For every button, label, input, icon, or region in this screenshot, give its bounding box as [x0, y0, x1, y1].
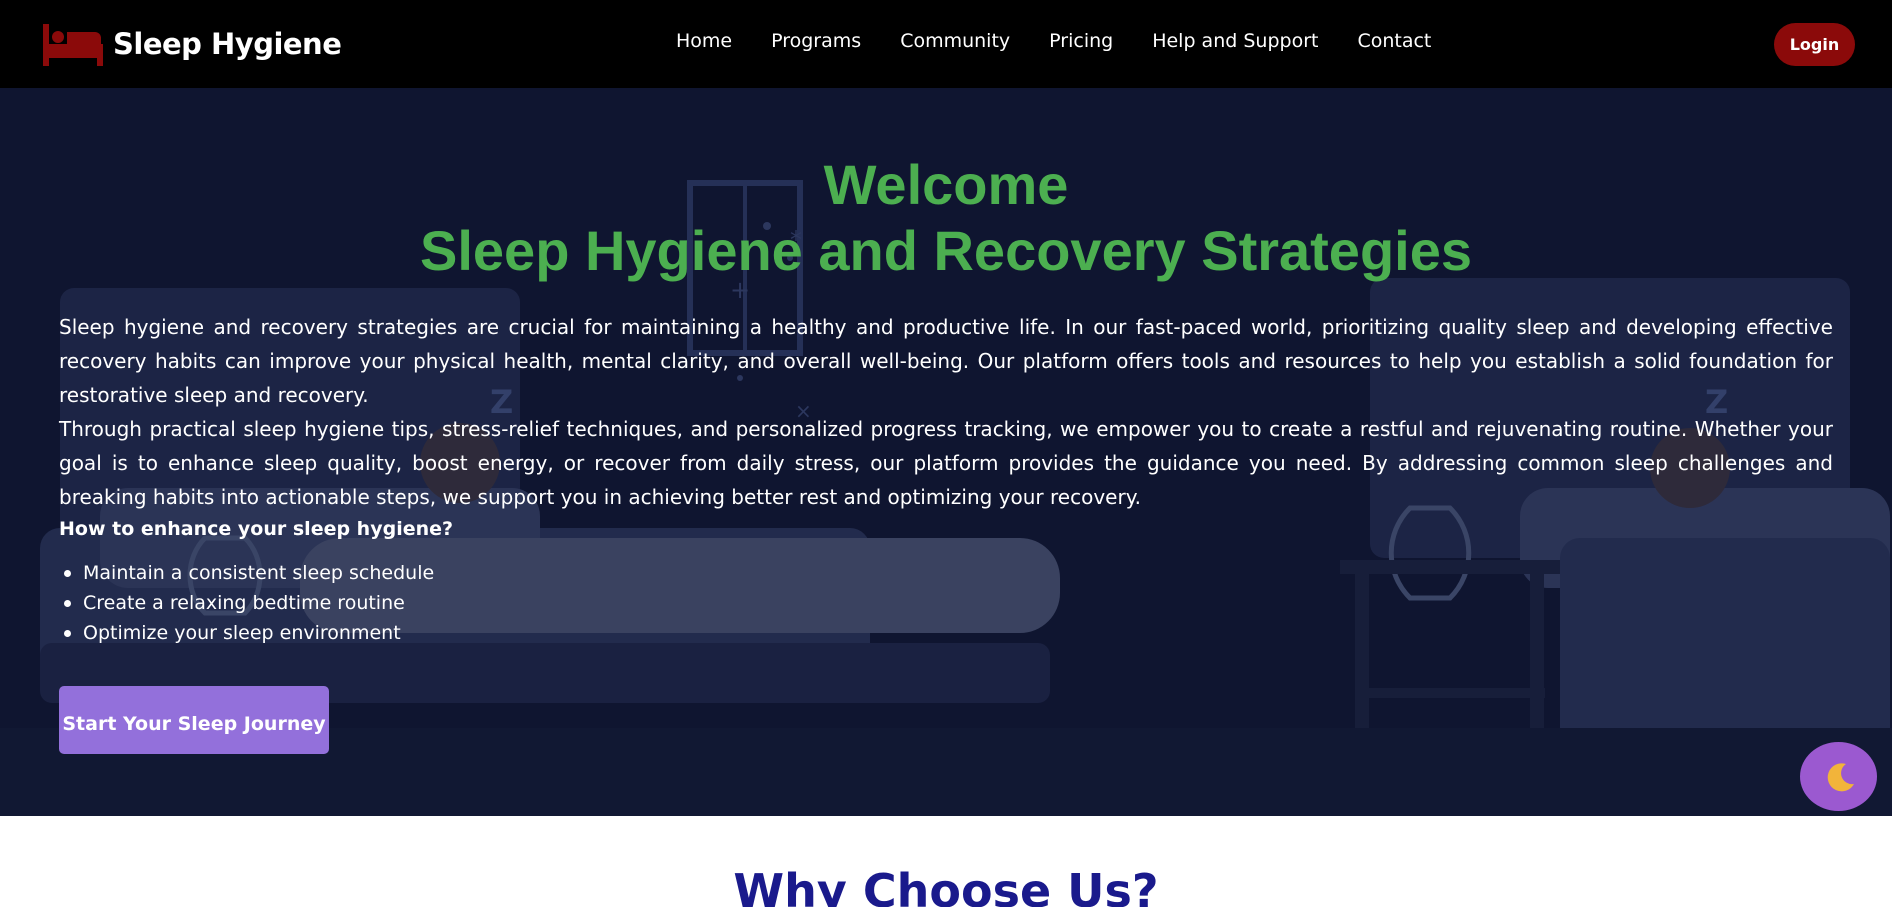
moon-icon — [1827, 762, 1854, 791]
list-item: Optimize your sleep environment — [63, 618, 434, 648]
start-sleep-journey-button[interactable]: Start Your Sleep Journey — [59, 686, 329, 754]
nav-link-pricing[interactable]: Pricing — [1049, 30, 1113, 52]
list-item: Maintain a consistent sleep schedule — [63, 558, 434, 588]
nav-link-home[interactable]: Home — [676, 30, 732, 52]
hero-title-main: Sleep Hygiene and Recovery Strategies — [420, 219, 1472, 282]
hero-description: Sleep hygiene and recovery strategies ar… — [59, 310, 1833, 514]
tips-list: Maintain a consistent sleep schedule Cre… — [63, 558, 434, 648]
main-nav: Home Programs Community Pricing Help and… — [676, 30, 1470, 52]
hero-paragraph-1: Sleep hygiene and recovery strategies ar… — [59, 315, 1833, 407]
hero-title-welcome: Welcome — [823, 153, 1069, 216]
tips-heading: How to enhance your sleep hygiene? — [59, 518, 454, 540]
nav-link-contact[interactable]: Contact — [1357, 30, 1431, 52]
nav-link-programs[interactable]: Programs — [771, 30, 861, 52]
hero-section: + * × Z Z Welcome Sleep Hygiene and Reco… — [0, 88, 1892, 816]
brand-name: Sleep Hygiene — [113, 27, 342, 61]
hero-paragraph-2: Through practical sleep hygiene tips, st… — [59, 417, 1833, 509]
nav-link-community[interactable]: Community — [900, 30, 1010, 52]
navbar: Sleep Hygiene Home Programs Community Pr… — [0, 0, 1892, 88]
login-button[interactable]: Login — [1774, 23, 1855, 66]
brand-logo[interactable]: Sleep Hygiene — [41, 20, 342, 68]
list-item: Create a relaxing bedtime routine — [63, 588, 434, 618]
nav-link-help-and-support[interactable]: Help and Support — [1152, 30, 1318, 52]
why-choose-us-heading: Why Choose Us? — [733, 864, 1159, 907]
bed-icon — [43, 24, 103, 66]
theme-toggle-button[interactable] — [1800, 742, 1877, 811]
